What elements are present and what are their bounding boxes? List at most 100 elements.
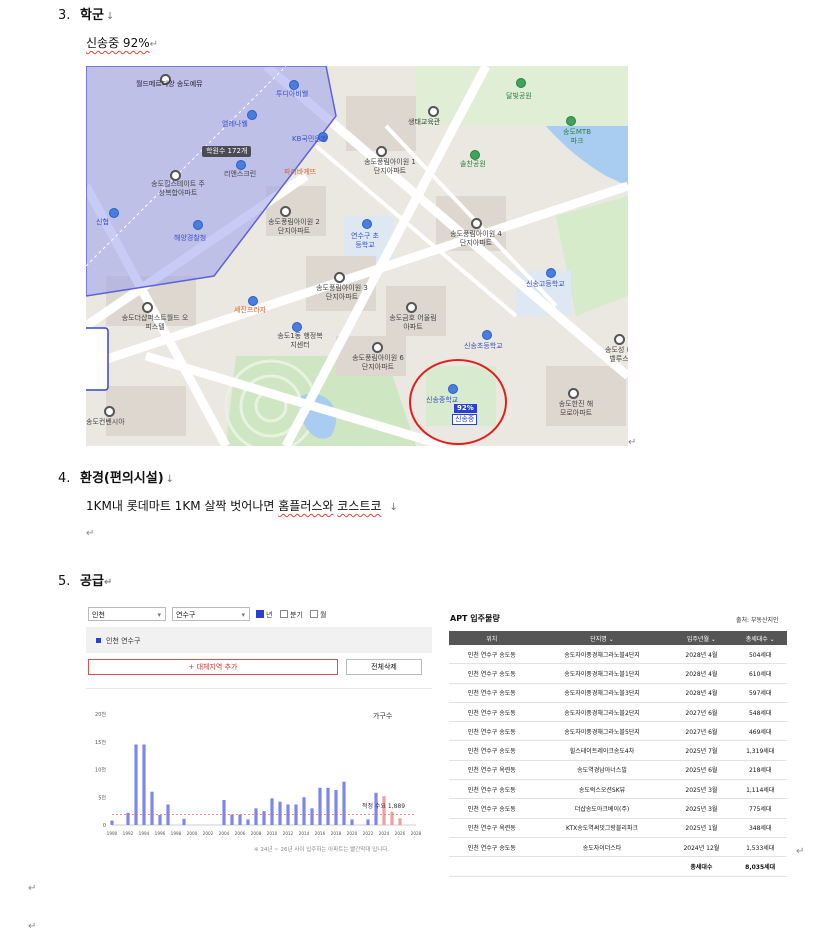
apartment-pin-icon[interactable] — [280, 206, 291, 217]
section-number: 4. — [58, 471, 71, 486]
table-row[interactable]: 인천 연수구 송도동 더샵송도아크베이(주) 2025년 3월 775세대 — [449, 798, 787, 819]
x-tick-label: 1990 — [107, 831, 118, 836]
total-value: 8,035세대 — [733, 856, 787, 877]
supply-bar — [302, 797, 306, 825]
quarter-checkbox[interactable] — [280, 610, 288, 618]
map-label: 송도풍림아이원 1단지아파트 — [364, 158, 416, 175]
cell-location: 인천 연수구 옥련동 — [449, 818, 535, 838]
x-tick-label: 2012 — [283, 831, 294, 836]
table-row[interactable]: 인천 연수구 송도동 송도자이풍경채그라노블2단지 2027년 6월 548세대 — [449, 702, 787, 723]
map-label: 송도풍림아이원 4단지아파트 — [450, 230, 502, 247]
x-tick-label: 2028 — [411, 831, 422, 836]
apt-table-source: 출처: 부동산지인 — [736, 617, 779, 624]
chevron-down-icon: ▾ — [157, 611, 161, 619]
table-row[interactable]: 인천 연수구 송도동 송도럭스오션SK뷰 2025년 3월 1,114세대 — [449, 779, 787, 800]
park-pin-icon[interactable] — [516, 78, 526, 88]
x-tick-label: 1996 — [155, 831, 166, 836]
supply-bar — [142, 744, 146, 825]
facility-pin-icon[interactable] — [428, 106, 439, 117]
cell-households: 469세대 — [733, 721, 787, 742]
bank-pin-icon[interactable] — [109, 208, 119, 218]
building-pin-icon[interactable] — [247, 110, 257, 120]
apartment-pin-icon[interactable] — [376, 146, 387, 157]
supply-bar — [254, 808, 258, 825]
apartment-pin-icon[interactable] — [614, 334, 625, 345]
map-label: 송도1동 행정복지센터 — [277, 332, 323, 349]
year-checkbox[interactable] — [256, 610, 264, 618]
school-pin-icon[interactable] — [362, 219, 372, 229]
cell-location: 인천 연수구 송도동 — [449, 837, 535, 858]
table-row[interactable]: 인천 연수구 송도동 송도자이더스타 2024년 12월 1,533세대 — [449, 837, 787, 858]
table-row[interactable]: 인천 연수구 송도동 송도자이풍경채그라노블1단지 2028년 4월 610세대 — [449, 663, 787, 684]
column-households[interactable]: 총세대수 ⌄ — [733, 631, 787, 645]
apartment-pin-icon[interactable] — [568, 388, 579, 399]
district-select-value: 연수구 — [176, 611, 196, 619]
line-break-mark: ↓ — [389, 502, 398, 513]
government-pin-icon[interactable] — [193, 220, 203, 230]
district-select[interactable]: 연수구 ▾ — [172, 607, 250, 621]
column-complex[interactable]: 단지명 ⌄ — [534, 631, 670, 645]
building-pin-icon[interactable] — [289, 80, 299, 90]
cell-move-in: 2028년 4월 — [669, 663, 734, 684]
chevron-down-icon: ▾ — [241, 611, 245, 619]
apartment-pin-icon[interactable] — [334, 272, 345, 283]
supply-chart-panel: 인천 ▾ 연수구 ▾ 년 분기 월 인천 연수구 + 대체지역 추가 전체삭제 0 5… — [86, 603, 432, 858]
apartment-pin-icon[interactable] — [406, 302, 417, 313]
table-row[interactable]: 인천 연수구 옥련동 송도역경남아너스빌 2025년 6월 218세대 — [449, 760, 787, 781]
table-row[interactable]: 인천 연수구 송도동 힐스테이트레이크송도4차 2025년 7월 1,319세대 — [449, 740, 787, 761]
school-district-map[interactable]: 월드메르디앙 송도예뮤 투디아비웰 엘레나웰 KB국민은행 리앤스크린 파리바게… — [86, 66, 628, 446]
supply-bar — [262, 811, 266, 825]
supply-bar — [238, 814, 242, 825]
office-pin-icon[interactable] — [292, 322, 302, 332]
supply-bar — [150, 791, 154, 825]
delete-all-button[interactable]: 전체삭제 — [346, 659, 422, 675]
cell-move-in: 2025년 1월 — [669, 818, 734, 838]
city-select[interactable]: 인천 ▾ — [88, 607, 166, 621]
cell-move-in: 2028년 4월 — [669, 645, 734, 665]
map-label: 신송고등학교 — [526, 280, 565, 288]
park-pin-icon[interactable] — [566, 116, 576, 126]
cell-complex: KTX송도역써밋그랑블리파크 — [534, 818, 670, 838]
column-move-in[interactable]: 입주년월 ⌄ — [669, 631, 734, 645]
table-row[interactable]: 인천 연수구 송도동 송도자이풍경채그라노블4단지 2028년 4월 504세대 — [449, 645, 787, 665]
cell-location: 인천 연수구 송도동 — [449, 740, 535, 761]
school-pin-icon[interactable] — [482, 330, 492, 340]
paragraph-mark: ↵ — [28, 921, 37, 932]
map-label: 송도풍림아이원 6단지아파트 — [352, 354, 404, 371]
map-label: 송도풍림아이원 2단지아파트 — [268, 218, 320, 235]
screen-golf-pin-icon[interactable] — [236, 160, 246, 170]
school-pin-icon[interactable] — [546, 268, 556, 278]
apt-table: 위치 단지명 ⌄ 입주년월 ⌄ 총세대수 ⌄ 인천 연수구 송도동 송도자이풍경채… — [449, 631, 787, 877]
map-label: 신협 — [96, 218, 109, 226]
table-row[interactable]: 인천 연수구 송도동 송도자이풍경채그라노블3단지 2028년 4월 597세대 — [449, 683, 787, 703]
cell-location: 인천 연수구 송도동 — [449, 798, 535, 819]
supply-bar — [110, 820, 114, 825]
table-row[interactable]: 인천 연수구 송도동 송도자이풍경채그라노블5단지 2027년 6월 469세대 — [449, 721, 787, 742]
school-name-badge: 신송중 — [452, 414, 478, 425]
cell-complex: 더샵송도아크베이(주) — [534, 798, 670, 819]
x-tick-label: 2000 — [187, 831, 198, 836]
cell-households: 504세대 — [733, 645, 787, 665]
officetel-pin-icon[interactable] — [142, 302, 153, 313]
x-tick-label: 2022 — [363, 831, 374, 836]
park-pin-icon[interactable] — [470, 150, 480, 160]
month-checkbox[interactable] — [310, 610, 318, 618]
cell-location: 인천 연수구 송도동 — [449, 683, 535, 703]
convenience-text: 1KM내 롯데마트 1KM 살짝 벗어나면 — [86, 499, 279, 513]
year-option-label: 년 — [266, 611, 273, 619]
shopping-pin-icon[interactable] — [248, 296, 258, 306]
convention-pin-icon[interactable] — [104, 406, 115, 417]
apartment-pin-icon[interactable] — [372, 342, 383, 353]
map-label: 솔찬공원 — [460, 160, 486, 168]
school-pin-icon[interactable] — [448, 384, 458, 394]
supply-bar — [310, 808, 314, 825]
table-header-row: 위치 단지명 ⌄ 입주년월 ⌄ 총세대수 ⌄ — [449, 631, 787, 645]
apartment-pin-icon[interactable] — [471, 218, 482, 229]
column-location[interactable]: 위치 — [449, 631, 535, 645]
add-region-button[interactable]: + 대체지역 추가 — [88, 659, 338, 675]
line-break-mark: ↓ — [165, 474, 175, 485]
supply-bar — [134, 744, 138, 825]
table-row[interactable]: 인천 연수구 옥련동 KTX송도역써밋그랑블리파크 2025년 1월 348세대 — [449, 818, 787, 838]
cell-move-in: 2027년 6월 — [669, 721, 734, 742]
x-tick-label: 2024 — [379, 831, 390, 836]
